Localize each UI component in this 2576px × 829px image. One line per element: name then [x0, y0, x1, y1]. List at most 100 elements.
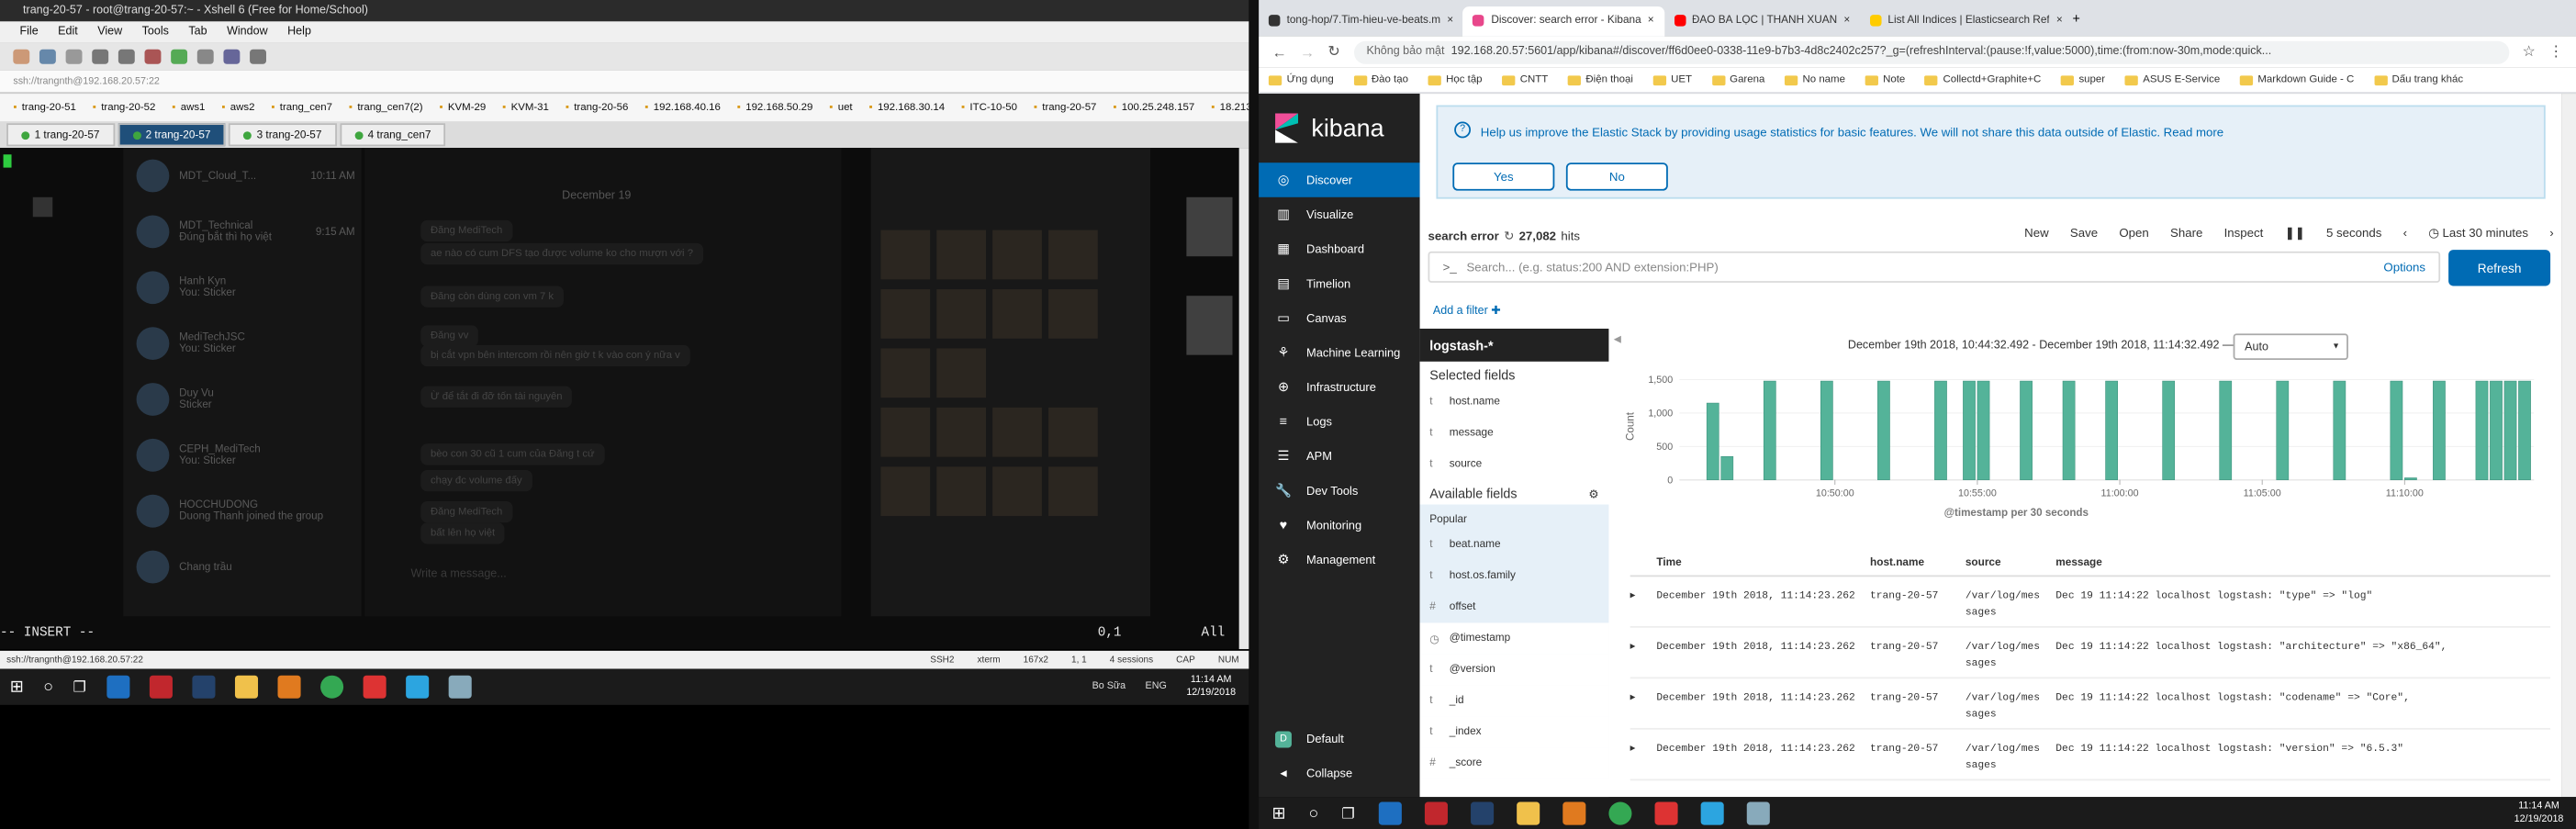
- menu-item-view[interactable]: View: [97, 27, 122, 39]
- session-link[interactable]: ▪ KVM-31: [502, 102, 549, 114]
- histogram-chart[interactable]: 0 500 1,000 1,500 10:50:00 10:55:00 11:00:00 11…: [1614, 364, 2550, 537]
- session-link[interactable]: ▪ trang_cen7: [271, 102, 332, 114]
- session-link[interactable]: ▪ 100.25.248.157: [1113, 102, 1194, 114]
- photo-thumbnail[interactable]: [880, 230, 931, 280]
- refresh-interval[interactable]: 5 seconds: [2326, 225, 2381, 240]
- photo-thumbnail[interactable]: [880, 466, 931, 517]
- field-item[interactable]: # offset: [1420, 591, 1609, 622]
- interval-select[interactable]: Auto ▼: [2233, 333, 2348, 361]
- photo-thumbnail[interactable]: [992, 289, 1042, 339]
- chrome-icon[interactable]: [319, 675, 343, 699]
- bookmark-item[interactable]: Markdown Guide - C: [2239, 74, 2354, 85]
- nav-timelion[interactable]: ▤ Timelion: [1259, 266, 1419, 301]
- gear-icon[interactable]: ⚙: [1588, 487, 1598, 501]
- session-link[interactable]: ▪ 192.168.50.29: [737, 102, 813, 114]
- column-header-message[interactable]: message: [2055, 557, 2548, 569]
- sublime-icon[interactable]: [276, 675, 300, 699]
- field-item[interactable]: t _id: [1419, 685, 1609, 717]
- bookmark-item[interactable]: No name: [1784, 74, 1845, 85]
- bookmark-item[interactable]: super: [2060, 74, 2105, 85]
- page-scrollbar[interactable]: [2561, 94, 2576, 798]
- telegram-icon[interactable]: [405, 675, 429, 699]
- notepad-icon[interactable]: [447, 675, 471, 699]
- photo-thumbnail[interactable]: [936, 289, 986, 339]
- new-session-icon[interactable]: [13, 49, 30, 64]
- nav-machine-learning[interactable]: ⚘ Machine Learning: [1259, 335, 1419, 370]
- search-icon[interactable]: ○: [43, 678, 53, 696]
- session-link[interactable]: ▪ trang-20-51: [13, 102, 76, 114]
- session-link[interactable]: ▪ trang-20-57: [1034, 102, 1097, 114]
- photo-thumbnail[interactable]: [936, 466, 986, 517]
- xshell-tab[interactable]: 4 trang_cen7: [340, 123, 446, 147]
- back-icon[interactable]: ←: [1271, 43, 1286, 60]
- browser-tab[interactable]: tong-hop/7.Tim-hieu-ve-beats.m ×: [1259, 6, 1463, 35]
- session-link[interactable]: ▪ 192.168.30.14: [869, 102, 946, 114]
- search-icon[interactable]: ○: [1309, 804, 1319, 823]
- close-icon[interactable]: ×: [2056, 15, 2063, 27]
- notepad-icon[interactable]: [1745, 801, 1769, 825]
- app-icon[interactable]: [149, 675, 173, 699]
- security-indicator[interactable]: Không bảo mật: [1366, 46, 1444, 58]
- photo-thumbnail[interactable]: [992, 230, 1042, 280]
- tray-lang[interactable]: ENG: [1146, 682, 1167, 692]
- options-button[interactable]: Options: [2383, 260, 2425, 274]
- table-row[interactable]: ▸ December 19th 2018, 11:14:23.262 trang-2…: [1630, 628, 2551, 679]
- photo-thumbnail[interactable]: [1048, 289, 1098, 339]
- no-button[interactable]: No: [1565, 162, 1668, 191]
- bookmark-item[interactable]: UET: [1652, 74, 1692, 85]
- photo-thumbnail[interactable]: [880, 348, 931, 398]
- chrome-icon[interactable]: [1607, 801, 1631, 825]
- tray-clock[interactable]: 11:14 AM 12/19/2018: [1186, 674, 1236, 700]
- menu-inspect[interactable]: Inspect: [2224, 225, 2264, 240]
- paste-icon[interactable]: [118, 49, 135, 64]
- nav-collapse[interactable]: ◂ Collapse: [1259, 756, 1419, 790]
- bookmark-item[interactable]: Collectd+Graphite+C: [1924, 74, 2041, 85]
- browser-tab[interactable]: List All Indices | Elasticsearch Ref ×: [1860, 6, 2072, 35]
- photo-thumbnail[interactable]: [992, 466, 1042, 517]
- nav-discover[interactable]: ◎ Discover: [1259, 162, 1420, 197]
- bookmark-item[interactable]: Ứng dụng: [1268, 74, 1334, 85]
- layout-icon[interactable]: [250, 49, 266, 64]
- windows-start-icon[interactable]: ⊞: [1271, 804, 1285, 823]
- bookmark-item[interactable]: Học tập: [1428, 74, 1483, 85]
- menu-share[interactable]: Share: [2170, 225, 2202, 240]
- bookmark-item[interactable]: Điện thoại: [1567, 74, 1633, 85]
- field-item[interactable]: t message: [1420, 418, 1609, 449]
- menu-new[interactable]: New: [2024, 225, 2048, 240]
- xftp-icon[interactable]: [144, 49, 162, 64]
- refresh-button[interactable]: Refresh: [2448, 250, 2551, 286]
- nav-dev-tools[interactable]: 🔧 Dev Tools: [1259, 474, 1419, 509]
- column-header-host-name[interactable]: host.name: [1870, 557, 1966, 569]
- reload-icon[interactable]: ↻: [1327, 43, 1340, 62]
- session-link[interactable]: ▪ trang-20-56: [566, 102, 629, 114]
- table-row[interactable]: ▸ December 19th 2018, 11:14:23.262 trang-2…: [1630, 730, 2551, 781]
- photo-thumbnail[interactable]: [936, 407, 986, 457]
- column-header-time[interactable]: Time: [1656, 557, 1870, 569]
- file-explorer-icon[interactable]: [234, 675, 258, 699]
- nav-infrastructure[interactable]: ⊕ Infrastructure: [1259, 370, 1419, 405]
- xshell-icon[interactable]: [1653, 801, 1677, 825]
- column-header-source[interactable]: source: [1966, 557, 2055, 569]
- field-item[interactable]: t beat.name: [1420, 529, 1609, 560]
- chevron-left-icon[interactable]: ‹: [2403, 225, 2407, 240]
- powershell-icon[interactable]: [1470, 801, 1494, 825]
- task-view-icon[interactable]: ❐: [73, 678, 86, 696]
- menu-item-file[interactable]: File: [19, 27, 38, 39]
- field-item[interactable]: ◷ @timestamp: [1419, 622, 1609, 655]
- copy-icon[interactable]: [92, 49, 109, 64]
- close-icon[interactable]: ×: [1447, 15, 1453, 27]
- terminal-area[interactable]: MDT_Cloud_T... 10:11 AM MDT_Technical Đúng …: [0, 148, 1239, 650]
- field-item[interactable]: t host.os.family: [1420, 560, 1609, 591]
- bookmark-item[interactable]: Đào tạo: [1353, 74, 1408, 85]
- browser-tab[interactable]: ĐÀO BÁ LỘC | THANH XUÂN ×: [1663, 6, 1860, 35]
- url-bar[interactable]: Không bảo mật 192.168.20.57:5601/app/kib…: [1353, 39, 2510, 63]
- index-pattern-selector[interactable]: logstash-*: [1419, 329, 1609, 362]
- close-icon[interactable]: ×: [1648, 15, 1654, 27]
- xshell-tab[interactable]: 2 trang-20-57: [118, 123, 226, 147]
- sublime-icon[interactable]: [1562, 801, 1585, 825]
- kibana-logo[interactable]: kibana: [1259, 94, 1419, 162]
- fullscreen-icon[interactable]: [171, 49, 188, 64]
- search-input[interactable]: >_ Search... (e.g. status:200 AND extens…: [1428, 251, 2441, 283]
- bookmark-item[interactable]: Garena: [1711, 74, 1764, 85]
- expand-row-icon[interactable]: ▸: [1630, 741, 1657, 770]
